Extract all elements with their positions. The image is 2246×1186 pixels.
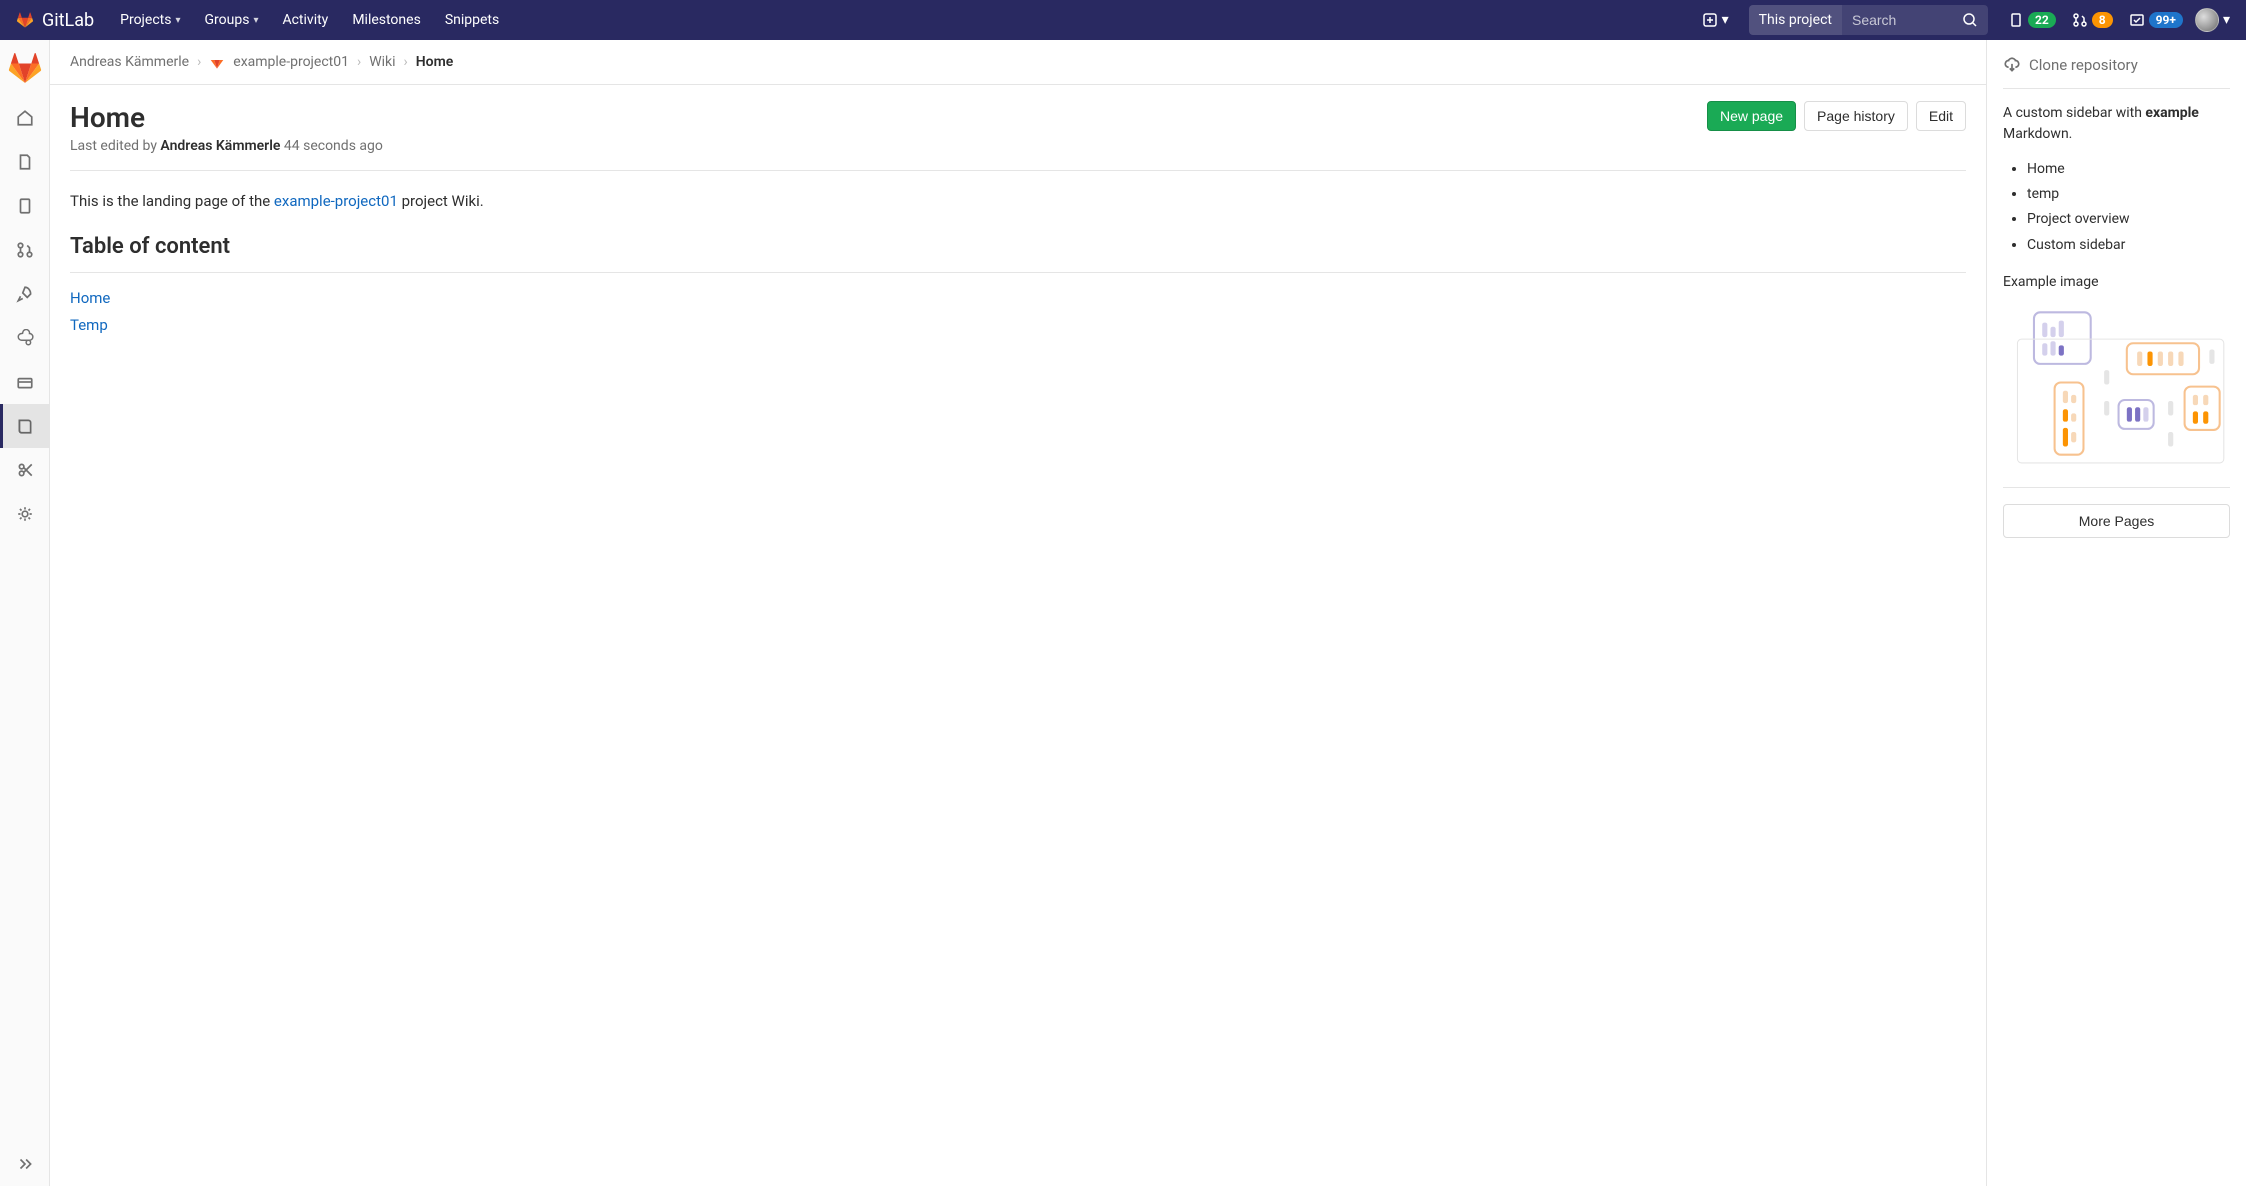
page-header: Home Last edited by Andreas Kämmerle 44 … xyxy=(70,101,1966,171)
left-sidebar xyxy=(0,40,50,1186)
sidebar-item-snippets[interactable] xyxy=(0,448,50,492)
toc-link-home[interactable]: Home xyxy=(70,285,1966,312)
sidebar-item-settings[interactable] xyxy=(0,492,50,536)
example-image-label: Example image xyxy=(2003,274,2230,290)
last-edited: Last edited by Andreas Kämmerle 44 secon… xyxy=(70,138,383,154)
breadcrumb-separator: › xyxy=(197,54,201,70)
new-dropdown[interactable]: ▾ xyxy=(1694,12,1737,28)
toc-heading: Table of content xyxy=(70,229,1966,273)
new-page-button[interactable]: New page xyxy=(1707,101,1796,131)
chevron-down-icon: ▾ xyxy=(175,15,180,26)
list-item[interactable]: temp xyxy=(2027,182,2230,207)
package-icon xyxy=(16,373,34,391)
issues-badge: 22 xyxy=(2028,12,2056,28)
issues-icon xyxy=(16,197,34,215)
search-button[interactable] xyxy=(1952,12,1988,28)
plus-icon xyxy=(1702,12,1718,28)
sidebar-item-cicd[interactable] xyxy=(0,272,50,316)
crumb-current: Home xyxy=(416,54,454,70)
sidebar-collapse[interactable] xyxy=(0,1142,50,1186)
sidebar-item-operations[interactable] xyxy=(0,316,50,360)
sidebar-item-registry[interactable] xyxy=(0,360,50,404)
merge-request-icon xyxy=(16,241,34,259)
top-nav: GitLab Projects▾ Groups▾ Activity Milest… xyxy=(0,0,2246,40)
nav-milestones[interactable]: Milestones xyxy=(342,0,431,40)
gear-icon xyxy=(16,505,34,523)
right-sidebar: Clone repository A custom sidebar with e… xyxy=(1986,40,2246,1186)
mr-badge: 8 xyxy=(2092,12,2113,28)
nav-snippets[interactable]: Snippets xyxy=(435,0,509,40)
nav-activity[interactable]: Activity xyxy=(272,0,338,40)
sidebar-item-issues[interactable] xyxy=(0,184,50,228)
crumb-user[interactable]: Andreas Kämmerle xyxy=(70,54,189,70)
gitlab-logo-icon xyxy=(16,11,34,29)
search-box: This project xyxy=(1749,5,1988,35)
edit-button[interactable]: Edit xyxy=(1916,101,1966,131)
file-icon xyxy=(16,153,34,171)
breadcrumb-separator: › xyxy=(357,54,361,70)
crumb-wiki[interactable]: Wiki xyxy=(369,54,395,70)
issues-counter[interactable]: 22 xyxy=(2008,12,2056,28)
todos-badge: 99+ xyxy=(2149,12,2183,28)
cloud-download-icon xyxy=(2003,56,2021,74)
chevron-down-icon: ▾ xyxy=(1722,12,1729,28)
merge-request-icon xyxy=(2072,12,2088,28)
list-item[interactable]: Project overview xyxy=(2027,207,2230,232)
search-input[interactable] xyxy=(1842,12,1952,28)
nav-projects[interactable]: Projects▾ xyxy=(110,0,190,40)
todos-icon xyxy=(2129,12,2145,28)
main-content: Andreas Kämmerle › example-project01 › W… xyxy=(50,40,1986,1186)
nav-items: Projects▾ Groups▾ Activity Milestones Sn… xyxy=(110,0,509,40)
chevron-down-icon: ▾ xyxy=(253,15,258,26)
gitlab-logo-icon xyxy=(209,54,225,70)
header-counters: 22 8 99+ xyxy=(2008,12,2183,28)
nav-groups[interactable]: Groups▾ xyxy=(195,0,269,40)
book-icon xyxy=(16,417,34,435)
todos-counter[interactable]: 99+ xyxy=(2129,12,2183,28)
page-actions: New page Page history Edit xyxy=(1707,101,1966,131)
toc-link-temp[interactable]: Temp xyxy=(70,312,1966,339)
project-avatar[interactable] xyxy=(5,48,45,88)
breadcrumb-separator: › xyxy=(404,54,408,70)
more-pages-button[interactable]: More Pages xyxy=(2003,504,2230,538)
brand[interactable]: GitLab xyxy=(16,10,94,31)
clone-label: Clone repository xyxy=(2029,56,2138,74)
custom-sidebar-desc: A custom sidebar with example Markdown. xyxy=(2003,103,2230,145)
search-icon xyxy=(1962,12,1978,28)
brand-text: GitLab xyxy=(42,10,94,31)
project-link[interactable]: example-project01 xyxy=(274,192,398,210)
user-menu[interactable]: ▾ xyxy=(2195,8,2230,32)
gitlab-logo-icon xyxy=(7,50,43,86)
sidebar-item-repository[interactable] xyxy=(0,140,50,184)
user-avatar xyxy=(2195,8,2219,32)
issues-icon xyxy=(2008,12,2024,28)
clone-repository[interactable]: Clone repository xyxy=(2003,56,2230,89)
example-image xyxy=(2003,302,2230,488)
double-chevron-right-icon xyxy=(16,1155,34,1173)
scissors-icon xyxy=(16,461,34,479)
list-item[interactable]: Custom sidebar xyxy=(2027,233,2230,258)
crumb-project[interactable]: example-project01 xyxy=(233,54,349,70)
search-scope[interactable]: This project xyxy=(1749,5,1842,35)
rocket-icon xyxy=(16,285,34,303)
page-title: Home xyxy=(70,101,383,134)
cloud-gear-icon xyxy=(16,329,34,347)
list-item[interactable]: Home xyxy=(2027,157,2230,182)
chevron-down-icon: ▾ xyxy=(2223,12,2230,28)
custom-sidebar-list: Home temp Project overview Custom sideba… xyxy=(2003,157,2230,258)
home-icon xyxy=(16,109,34,127)
sidebar-item-wiki[interactable] xyxy=(0,404,50,448)
sidebar-item-merge-requests[interactable] xyxy=(0,228,50,272)
sidebar-item-overview[interactable] xyxy=(0,96,50,140)
wiki-intro: This is the landing page of the example-… xyxy=(70,189,1966,213)
page-history-button[interactable]: Page history xyxy=(1804,101,1908,131)
wiki-content: This is the landing page of the example-… xyxy=(70,171,1966,339)
mr-counter[interactable]: 8 xyxy=(2072,12,2113,28)
breadcrumb: Andreas Kämmerle › example-project01 › W… xyxy=(50,40,1986,85)
